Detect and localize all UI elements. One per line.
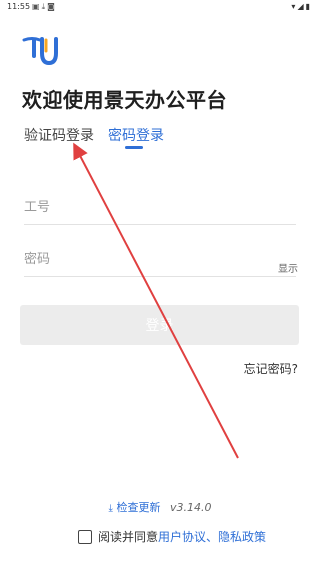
app-icon: ◙ xyxy=(47,2,57,11)
tab-sms-login[interactable]: 验证码登录 xyxy=(24,125,94,145)
employee-id-field xyxy=(24,192,296,225)
password-input[interactable] xyxy=(24,244,254,274)
check-update-link[interactable]: 检查更新 xyxy=(116,501,160,514)
privacy-policy-link[interactable]: 隐私政策 xyxy=(218,530,266,544)
active-tab-indicator xyxy=(125,146,143,149)
password-field: 显示 xyxy=(24,244,298,277)
page-title: 欢迎使用景天办公平台 xyxy=(22,88,227,112)
battery-icon: ▮ xyxy=(305,2,312,11)
version-label: v3.14.0 xyxy=(169,501,212,514)
app-logo xyxy=(22,37,58,66)
agreement-checkbox[interactable] xyxy=(78,530,92,544)
signal-icon: ◢ xyxy=(297,2,306,11)
user-agreement-link[interactable]: 用户协议 xyxy=(158,530,206,544)
status-right-icons: ▾◢▮ xyxy=(291,2,312,11)
employee-id-input[interactable] xyxy=(24,192,254,222)
show-password-toggle[interactable]: 显示 xyxy=(278,260,298,275)
agreement-prefix: 阅读并同意 xyxy=(98,530,159,544)
status-bar: 11:55 ▣⤓◙ ▾◢▮ xyxy=(0,0,320,14)
status-notification-icons: ▣⤓◙ xyxy=(32,2,57,12)
update-row: ⤓ 检查更新 v3.14.0 xyxy=(0,499,320,515)
tab-password-login[interactable]: 密码登录 xyxy=(108,125,164,145)
download-icon[interactable]: ⤓ xyxy=(109,503,113,514)
agreement-row: 阅读并同意用户协议、隐私政策 xyxy=(78,528,266,546)
image-icon: ▣ xyxy=(32,2,42,11)
agreement-separator: 、 xyxy=(206,530,219,544)
login-button[interactable]: 登录 xyxy=(20,305,299,345)
status-time: 11:55 xyxy=(7,2,31,11)
forgot-password-link[interactable]: 忘记密码? xyxy=(244,360,298,377)
